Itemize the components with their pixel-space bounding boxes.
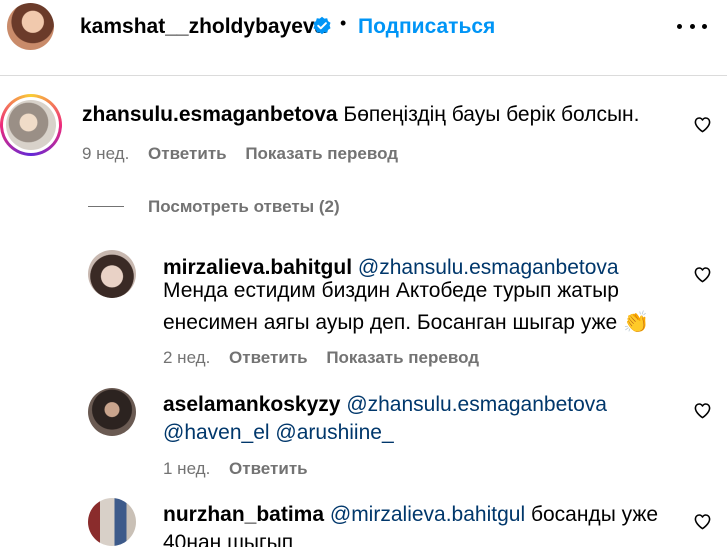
comment-username[interactable]: zhansulu.esmaganbetova <box>82 103 338 126</box>
reply-body: nurzhan_batima @mirzalieva.bahitgul боса… <box>163 500 658 530</box>
reply-meta: 1 нед. Ответить <box>163 459 308 479</box>
commenter-avatar[interactable] <box>0 94 62 156</box>
view-replies-button[interactable]: Посмотреть ответы (2) <box>148 197 340 217</box>
reply-text-line: Менда естидим биздин Актобеде турып жаты… <box>163 279 619 302</box>
header-separator: • <box>340 13 347 33</box>
comment-meta: 9 нед. Ответить Показать перевод <box>82 144 398 164</box>
reply-username[interactable]: aselamankoskyzy <box>163 393 340 416</box>
reply-mention[interactable]: @zhansulu.esmaganbetova <box>346 393 607 416</box>
reply-mention-3[interactable]: @arushiine_ <box>275 421 393 444</box>
reply-text-line-2: 40нан шыгып <box>163 531 294 547</box>
reply-text-line-2: енесимен аягы ауыр деп. Босанган шыгар у… <box>163 308 649 338</box>
author-username[interactable]: kamshat__zholdybayeva <box>80 15 326 39</box>
reply-avatar[interactable] <box>88 250 136 298</box>
reply-button[interactable]: Ответить <box>229 459 308 478</box>
replies-divider <box>88 206 124 207</box>
reply-avatar[interactable] <box>88 388 136 436</box>
verified-badge-icon <box>313 16 331 35</box>
author-avatar[interactable] <box>7 3 54 50</box>
reply-mentions-line: @haven_el @arushiine_ <box>163 418 394 448</box>
more-options-icon[interactable] <box>677 14 707 38</box>
reply-button[interactable]: Ответить <box>148 144 227 163</box>
reply-text: енесимен аягы ауыр деп. Босанган шыгар у… <box>163 311 618 334</box>
reply-avatar[interactable] <box>88 498 136 546</box>
show-translation-button[interactable]: Показать перевод <box>245 144 398 163</box>
reply-time[interactable]: 1 нед. <box>163 459 210 478</box>
reply-time[interactable]: 2 нед. <box>163 348 210 367</box>
heart-icon[interactable] <box>693 401 712 420</box>
heart-icon[interactable] <box>693 512 712 531</box>
reply-mention[interactable]: @mirzalieva.bahitgul <box>330 503 525 526</box>
reply-mention-2[interactable]: @haven_el <box>163 421 270 444</box>
heart-icon[interactable] <box>693 115 712 134</box>
comments-page: kamshat__zholdybayeva • Подписаться zhan… <box>0 0 727 547</box>
show-translation-button[interactable]: Показать перевод <box>326 348 479 367</box>
clap-emoji: 👏 <box>623 311 650 334</box>
reply-text: босанды уже <box>530 503 659 526</box>
comment-text: Бөпеңіздің бауы берік болсын. <box>343 103 640 126</box>
reply-button[interactable]: Ответить <box>229 348 308 367</box>
reply-username[interactable]: nurzhan_batima <box>163 503 324 526</box>
post-header: kamshat__zholdybayeva • Подписаться <box>0 0 727 76</box>
reply-meta: 2 нед. Ответить Показать перевод <box>163 348 479 368</box>
heart-icon[interactable] <box>693 265 712 284</box>
follow-button[interactable]: Подписаться <box>358 15 495 39</box>
reply-body: aselamankoskyzy @zhansulu.esmaganbetova <box>163 390 607 420</box>
comment-body: zhansulu.esmaganbetova Бөпеңіздің бауы б… <box>82 100 640 130</box>
comment-time[interactable]: 9 нед. <box>82 144 129 163</box>
